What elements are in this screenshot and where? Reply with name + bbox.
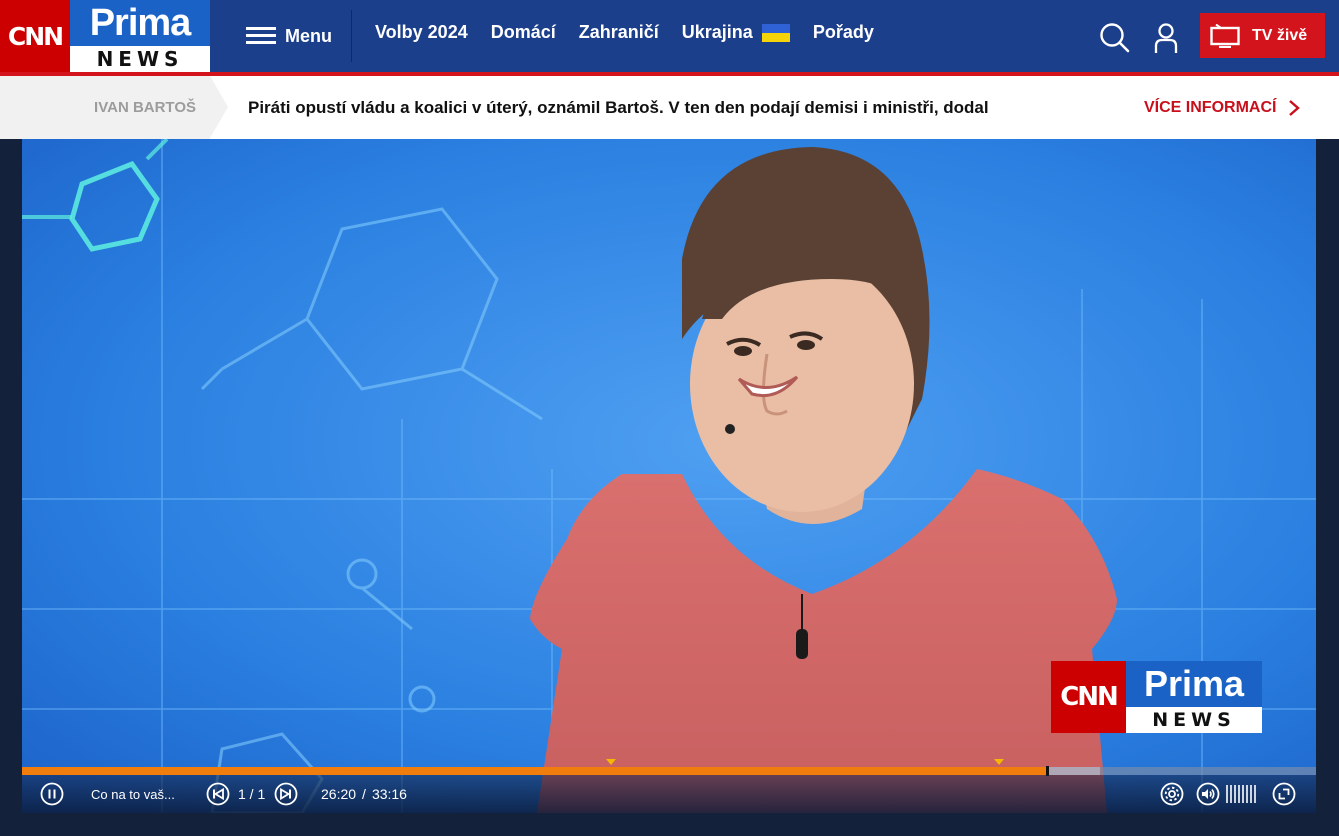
video-progress-bar[interactable] [22, 759, 1316, 776]
watermark-cnn: CNN [1051, 661, 1126, 733]
skip-next-icon [274, 782, 298, 806]
tv-live-label: TV živě [1252, 26, 1308, 44]
nav-item-label: Ukrajina [681, 22, 753, 42]
nav-item-zahranici[interactable]: Zahraničí [579, 22, 659, 43]
next-button[interactable] [274, 775, 298, 813]
more-info-link[interactable]: VÍCE INFORMACÍ [1144, 76, 1301, 139]
chapter-marker[interactable] [994, 759, 1004, 765]
progress-played [22, 767, 1047, 775]
breaking-news-ticker: IVAN BARTOŠ Piráti opustí vládu a koalic… [0, 76, 1339, 139]
ticker-headline[interactable]: Piráti opustí vládu a koalici v úterý, o… [248, 76, 989, 139]
previous-button[interactable] [206, 775, 230, 813]
site-header: CNN Prima NEWS Menu Volby 2024 Domácí Za… [0, 0, 1339, 76]
video-title[interactable]: Co na to vaš... [91, 775, 175, 813]
nav-item-label: Pořady [812, 22, 874, 42]
time-display: 26:20 / 33:16 [321, 775, 407, 813]
player-controls: Co na to vaš... 1 / 1 26:20 / 33:16 [22, 775, 1316, 813]
hamburger-icon [246, 26, 276, 46]
watermark-prima: Prima [1126, 661, 1262, 707]
fullscreen-icon [1272, 782, 1296, 806]
video-player[interactable]: CNN Prima NEWS [22, 139, 1316, 813]
volume-bars-icon [1226, 785, 1256, 803]
volume-button[interactable] [1196, 775, 1220, 813]
playlist-position: 1 / 1 [238, 786, 266, 802]
duration: 33:16 [371, 786, 407, 802]
chevron-right-icon [1289, 99, 1301, 116]
pause-icon [40, 782, 64, 806]
main-nav: Volby 2024 Domácí Zahraničí Ukrajina Poř… [375, 22, 897, 43]
header-divider [351, 10, 352, 62]
logo-prima: Prima [70, 0, 210, 46]
tv-icon [1210, 23, 1240, 48]
fullscreen-button[interactable] [1272, 775, 1296, 813]
gear-icon [1160, 782, 1184, 806]
ticker-tag-arrow [210, 76, 228, 138]
ukraine-flag-icon [761, 23, 790, 42]
channel-watermark-logo: CNN Prima NEWS [1051, 661, 1262, 733]
time-separator: / [362, 786, 366, 802]
nav-item-porady[interactable]: Pořady [813, 22, 874, 43]
watermark-news: NEWS [1126, 707, 1262, 733]
current-time: 26:20 [321, 786, 357, 802]
nav-item-label: Volby 2024 [375, 22, 468, 42]
nav-item-domaci[interactable]: Domácí [491, 22, 556, 43]
logo-cnn: CNN [0, 0, 70, 72]
nav-item-ukrajina[interactable]: Ukrajina [682, 22, 790, 43]
nav-item-label: Domácí [490, 22, 556, 42]
volume-icon [1196, 782, 1220, 806]
nav-item-volby[interactable]: Volby 2024 [375, 22, 468, 43]
ticker-tag[interactable]: IVAN BARTOŠ [0, 76, 210, 139]
pause-button[interactable] [40, 775, 64, 813]
nav-item-label: Zahraničí [578, 22, 659, 42]
logo-news: NEWS [96, 47, 184, 71]
menu-label: Menu [285, 25, 332, 46]
user-icon[interactable] [1152, 22, 1180, 54]
tv-live-button[interactable]: TV živě [1200, 13, 1325, 58]
more-info-label: VÍCE INFORMACÍ [1144, 98, 1277, 116]
site-logo[interactable]: CNN Prima NEWS [0, 0, 210, 72]
chapter-marker[interactable] [606, 759, 616, 765]
volume-slider[interactable] [1226, 775, 1259, 813]
skip-previous-icon [206, 782, 230, 806]
settings-button[interactable] [1160, 775, 1184, 813]
search-icon[interactable] [1099, 22, 1131, 54]
menu-button[interactable]: Menu [246, 20, 332, 52]
